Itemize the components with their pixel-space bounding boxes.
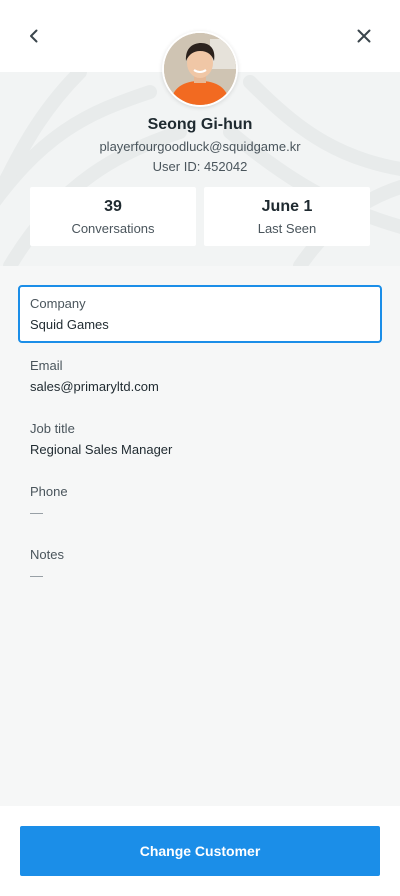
person-avatar-icon: [164, 33, 236, 105]
avatar: [162, 31, 238, 107]
stat-label: Conversations: [71, 221, 155, 236]
notes-field[interactable]: Notes —: [18, 537, 382, 595]
field-value: sales@primaryltd.com: [30, 379, 159, 394]
field-label: Job title: [30, 421, 75, 436]
customer-email: playerfourgoodluck@squidgame.kr: [99, 139, 301, 154]
field-label: Email: [30, 358, 63, 373]
chevron-left-icon: [30, 29, 38, 43]
job-title-field[interactable]: Job title Regional Sales Manager: [18, 411, 382, 469]
stat-label: Last Seen: [257, 221, 317, 236]
customer-name: Seong Gi-hun: [147, 116, 253, 133]
field-value: —: [30, 568, 43, 583]
field-value: —: [30, 505, 43, 520]
stat-last-seen: June 1 Last Seen: [204, 187, 370, 246]
email-field[interactable]: Email sales@primaryltd.com: [18, 348, 382, 406]
customer-header: Seong Gi-hun playerfourgoodluck@squidgam…: [0, 0, 400, 266]
stat-value: 39: [104, 198, 122, 215]
change-customer-button[interactable]: Change Customer: [20, 826, 380, 876]
stat-value: June 1: [261, 198, 313, 215]
field-label: Phone: [30, 484, 68, 499]
back-button[interactable]: [20, 22, 48, 50]
close-icon: [357, 29, 371, 43]
field-value: Squid Games: [30, 317, 109, 332]
stat-conversations: 39 Conversations: [30, 187, 196, 246]
phone-field[interactable]: Phone —: [18, 474, 382, 532]
company-field[interactable]: Company Squid Games: [18, 285, 382, 343]
footer: Change Customer: [0, 806, 400, 896]
close-button[interactable]: [350, 22, 378, 50]
field-label: Company: [30, 296, 86, 311]
customer-user-id: User ID: 452042: [152, 159, 248, 174]
field-label: Notes: [30, 547, 64, 562]
field-value: Regional Sales Manager: [30, 442, 173, 457]
